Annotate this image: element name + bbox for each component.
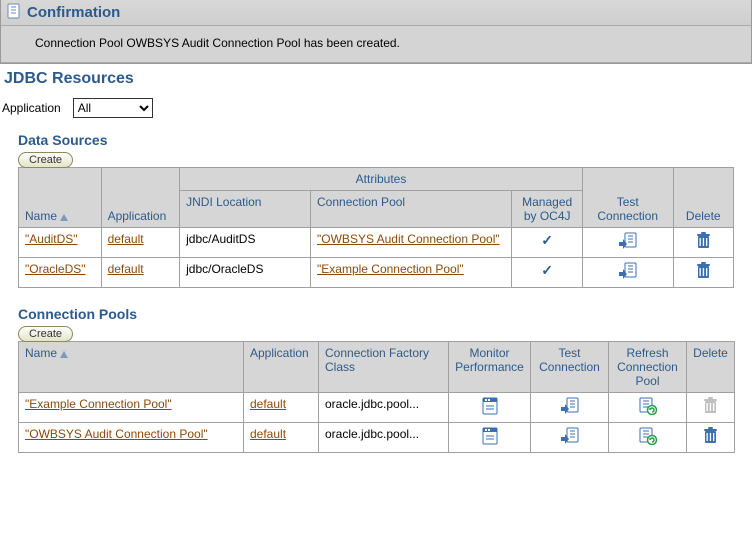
create-datasource-button[interactable]: Create [18, 152, 73, 168]
delete-icon [703, 397, 718, 417]
sort-asc-icon [60, 214, 68, 221]
refresh-icon[interactable] [638, 397, 658, 418]
connection-pool-link[interactable]: "OWBSYS Audit Connection Pool" [317, 232, 500, 246]
test-connection-icon[interactable] [618, 232, 638, 253]
delete-icon[interactable] [703, 427, 718, 447]
table-row: "OWBSYS Audit Connection Pool" default ora… [19, 423, 735, 453]
jndi-cell: jdbc/AuditDS [180, 228, 311, 258]
table-row: "Example Connection Pool" default oracle.j… [19, 393, 735, 423]
check-icon: ✓ [541, 232, 553, 248]
confirmation-message: Connection Pool OWBSYS Audit Connection … [1, 26, 751, 63]
datasource-name-link[interactable]: "AuditDS" [25, 232, 78, 246]
connection-pools-title: Connection Pools [0, 296, 752, 326]
check-icon: ✓ [541, 262, 553, 278]
pool-name-link[interactable]: "OWBSYS Audit Connection Pool" [25, 427, 208, 441]
data-sources-title: Data Sources [0, 122, 752, 152]
col-test: Test Connection [597, 195, 658, 223]
cp-col-monitor: Monitor Performance [455, 346, 524, 374]
test-connection-icon[interactable] [618, 262, 638, 283]
confirmation-title: Confirmation [27, 4, 120, 21]
col-managed: Managed by OC4J [522, 195, 572, 223]
application-link[interactable]: default [108, 232, 144, 246]
delete-icon[interactable] [696, 262, 711, 282]
connection-pools-table: Name Application Connection Factory Clas… [18, 341, 735, 453]
refresh-icon[interactable] [638, 427, 658, 448]
cp-col-delete: Delete [693, 346, 728, 360]
application-link[interactable]: default [250, 397, 286, 411]
monitor-icon[interactable] [481, 397, 499, 418]
test-connection-icon[interactable] [560, 397, 580, 418]
jndi-cell: jdbc/OracleDS [180, 258, 311, 288]
col-application[interactable]: Application [108, 209, 167, 223]
sort-asc-icon [60, 351, 68, 358]
cp-col-application[interactable]: Application [250, 346, 309, 360]
cp-col-factory[interactable]: Connection Factory Class [325, 346, 429, 374]
create-pool-button[interactable]: Create [18, 326, 73, 342]
table-row: "OracleDS" default jdbc/OracleDS "Example C… [19, 258, 734, 288]
pool-name-link[interactable]: "Example Connection Pool" [25, 397, 172, 411]
col-group-attributes: Attributes [180, 168, 583, 191]
test-connection-icon[interactable] [560, 427, 580, 448]
col-name[interactable]: Name [25, 209, 68, 223]
application-link[interactable]: default [250, 427, 286, 441]
application-link[interactable]: default [108, 262, 144, 276]
cp-col-refresh: Refresh Connection Pool [617, 346, 678, 388]
factory-cell: oracle.jdbc.pool... [319, 423, 449, 453]
factory-cell: oracle.jdbc.pool... [319, 393, 449, 423]
confirmation-header: Confirmation [1, 0, 751, 26]
page-title: JDBC Resources [0, 64, 752, 90]
cp-col-name[interactable]: Name [25, 346, 68, 360]
application-label: Application [2, 101, 61, 115]
application-select[interactable]: All [73, 98, 153, 118]
col-conn-pool[interactable]: Connection Pool [317, 195, 405, 209]
col-delete: Delete [686, 209, 721, 223]
col-jndi[interactable]: JNDI Location [186, 195, 261, 209]
monitor-icon[interactable] [481, 427, 499, 448]
data-sources-table: Name Application Attributes Test Connect… [18, 167, 734, 288]
info-icon [7, 3, 21, 22]
application-filter-row: Application All [0, 90, 752, 122]
connection-pool-link[interactable]: "Example Connection Pool" [317, 262, 464, 276]
confirmation-box: Confirmation Connection Pool OWBSYS Audi… [0, 0, 752, 64]
cp-col-test: Test Connection [539, 346, 600, 374]
table-row: "AuditDS" default jdbc/AuditDS "OWBSYS Audi… [19, 228, 734, 258]
delete-icon[interactable] [696, 232, 711, 252]
datasource-name-link[interactable]: "OracleDS" [25, 262, 86, 276]
